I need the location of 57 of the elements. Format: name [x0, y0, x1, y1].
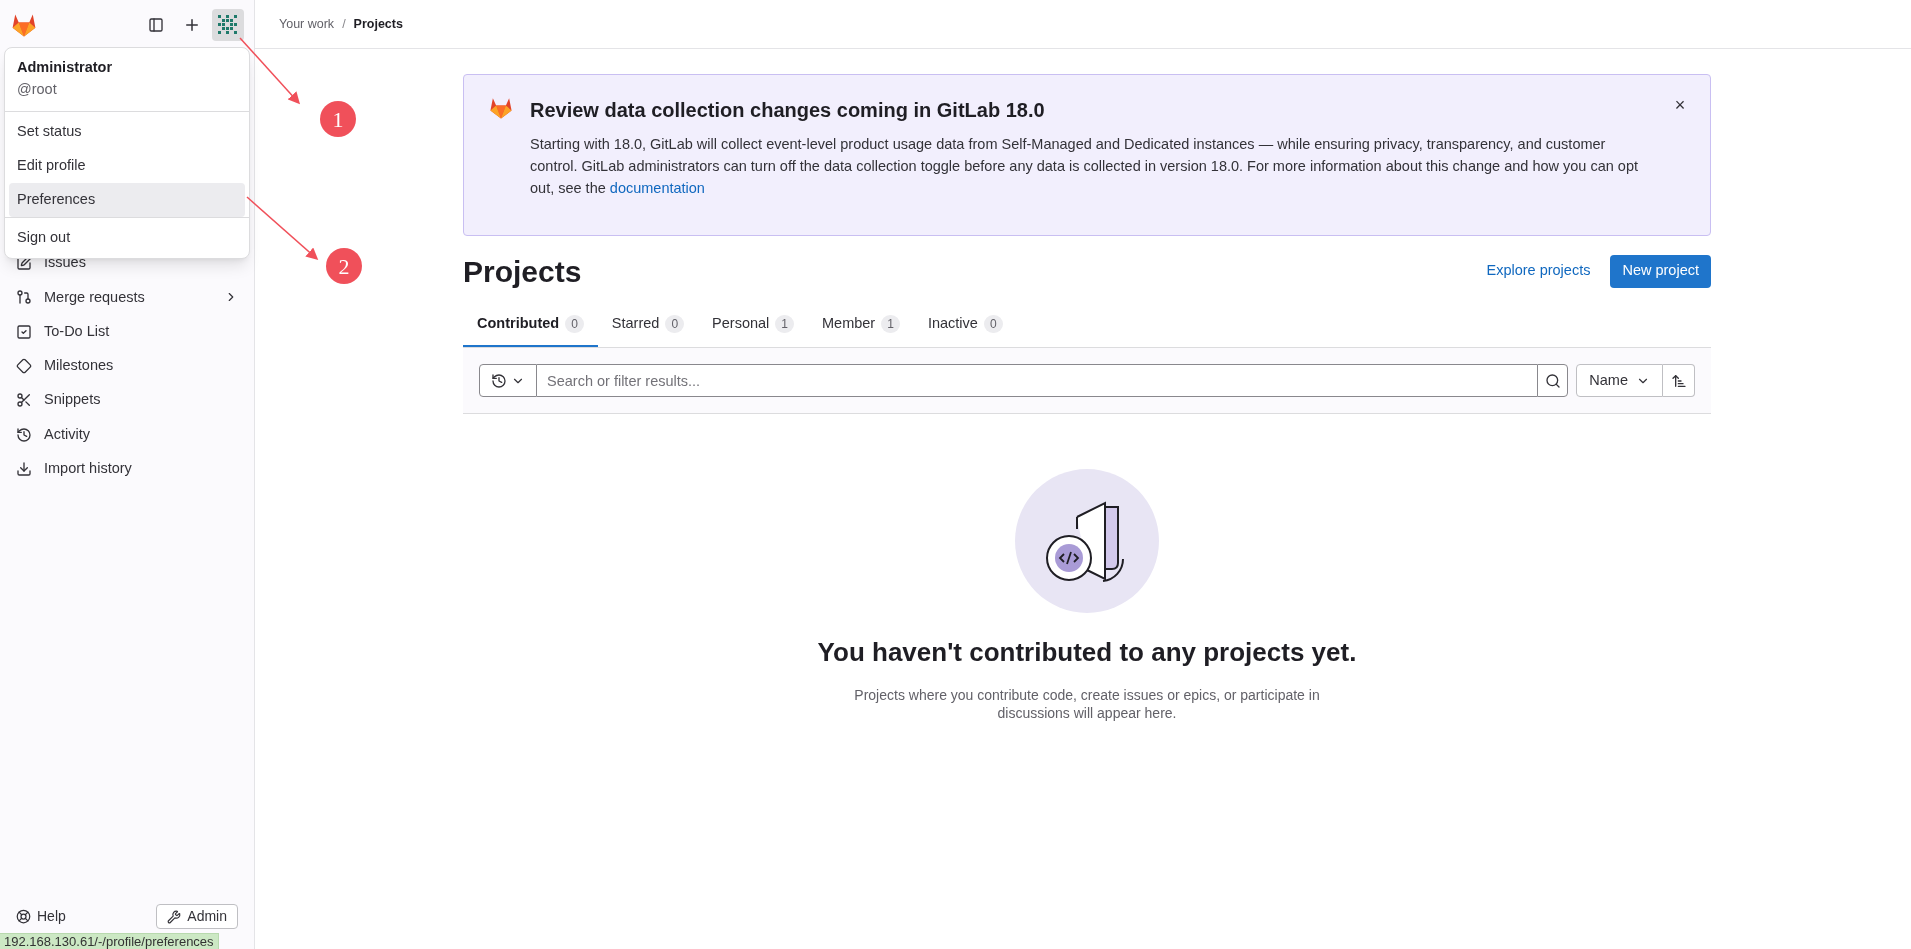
menu-item[interactable]: Set status — [9, 114, 245, 149]
sidebar-item[interactable]: Milestones — [8, 348, 246, 384]
history-icon — [491, 372, 507, 389]
banner-title: Review data collection changes coming in GitLab 18.0 — [530, 98, 1046, 123]
admin-button[interactable]: Admin — [156, 904, 238, 929]
help-link[interactable]: Help — [16, 906, 66, 927]
tab[interactable]: Member 1 — [808, 303, 914, 347]
documentation-link[interactable]: documentation — [609, 180, 705, 196]
breadcrumb-link[interactable]: Your work — [279, 14, 335, 34]
search-field[interactable]: Search or filter results... — [537, 364, 1538, 397]
menu-item[interactable]: Edit profile — [9, 148, 245, 183]
banner-text: Starting with 18.0, GitLab will collect event-level product usage data from Self-Managed and Dedicated instances — while ensuring privacy, transparency, and customer control. GitLab administrators can turn off the data collection toggle before any data is collected in version 18.0. For more information about this change and how you can opt out, see the documentation — [530, 135, 1640, 198]
checkbox-icon — [16, 323, 32, 340]
search-icon — [1544, 372, 1561, 389]
explore-projects-link[interactable]: Explore projects — [1486, 260, 1591, 282]
annotation-arrow — [239, 37, 300, 105]
close-button[interactable]: × — [1670, 95, 1690, 115]
history-icon — [16, 426, 32, 443]
user-handle: @root — [17, 79, 58, 99]
sidebar-item[interactable]: Activity — [8, 417, 246, 452]
page-title: Projects — [463, 253, 583, 290]
search-button[interactable] — [1537, 364, 1569, 397]
sort-direction-button[interactable] — [1663, 364, 1695, 397]
new-project-button[interactable]: New project — [1610, 254, 1711, 288]
menu-item[interactable]: Preferences — [9, 182, 245, 217]
count-badge: 0 — [565, 315, 584, 333]
tab[interactable]: Starred 0 — [597, 303, 699, 347]
breadcrumb-link[interactable]: Projects — [353, 14, 403, 34]
tab[interactable]: Inactive 0 — [913, 303, 1017, 347]
sidebar-item[interactable]: Import history — [8, 451, 246, 487]
empty-state-title: You haven't contributed to any projects yet. — [817, 636, 1357, 669]
diamond-icon — [16, 358, 32, 375]
empty-state-text: Projects where you contribute code, create issues or epics, or participate in discussions will appear here. — [853, 686, 1321, 722]
sidebar-item[interactable]: Merge requests — [8, 280, 246, 315]
count-badge: 0 — [983, 315, 1003, 333]
sort-dropdown[interactable]: Name — [1576, 364, 1663, 397]
step-marker: 2 — [326, 248, 362, 284]
count-badge: 0 — [665, 315, 685, 333]
breadcrumb-separator: / — [342, 15, 346, 33]
sidebar-item[interactable]: To-Do List — [8, 314, 246, 349]
sidebar-item[interactable]: Snippets — [8, 383, 246, 418]
count-badge: 1 — [775, 315, 794, 333]
merge-request-icon — [16, 289, 32, 306]
tab[interactable]: Personal 1 — [698, 303, 808, 347]
avatar-button[interactable] — [212, 8, 244, 41]
step-marker: 1 — [320, 101, 356, 137]
menu-item[interactable]: Sign out — [9, 220, 245, 255]
url-tooltip: 192.168.130.61/-/profile/preferences — [0, 933, 219, 949]
sort-ascending-icon — [1670, 372, 1687, 389]
avatar-icon — [216, 12, 240, 37]
download-icon — [16, 460, 32, 477]
wrench-icon — [167, 909, 182, 924]
count-badge: 1 — [881, 315, 900, 333]
help-icon — [16, 909, 31, 924]
scissors-icon — [16, 392, 32, 409]
user-name: Administrator — [17, 58, 114, 77]
recent-searches-button[interactable] — [479, 364, 537, 397]
